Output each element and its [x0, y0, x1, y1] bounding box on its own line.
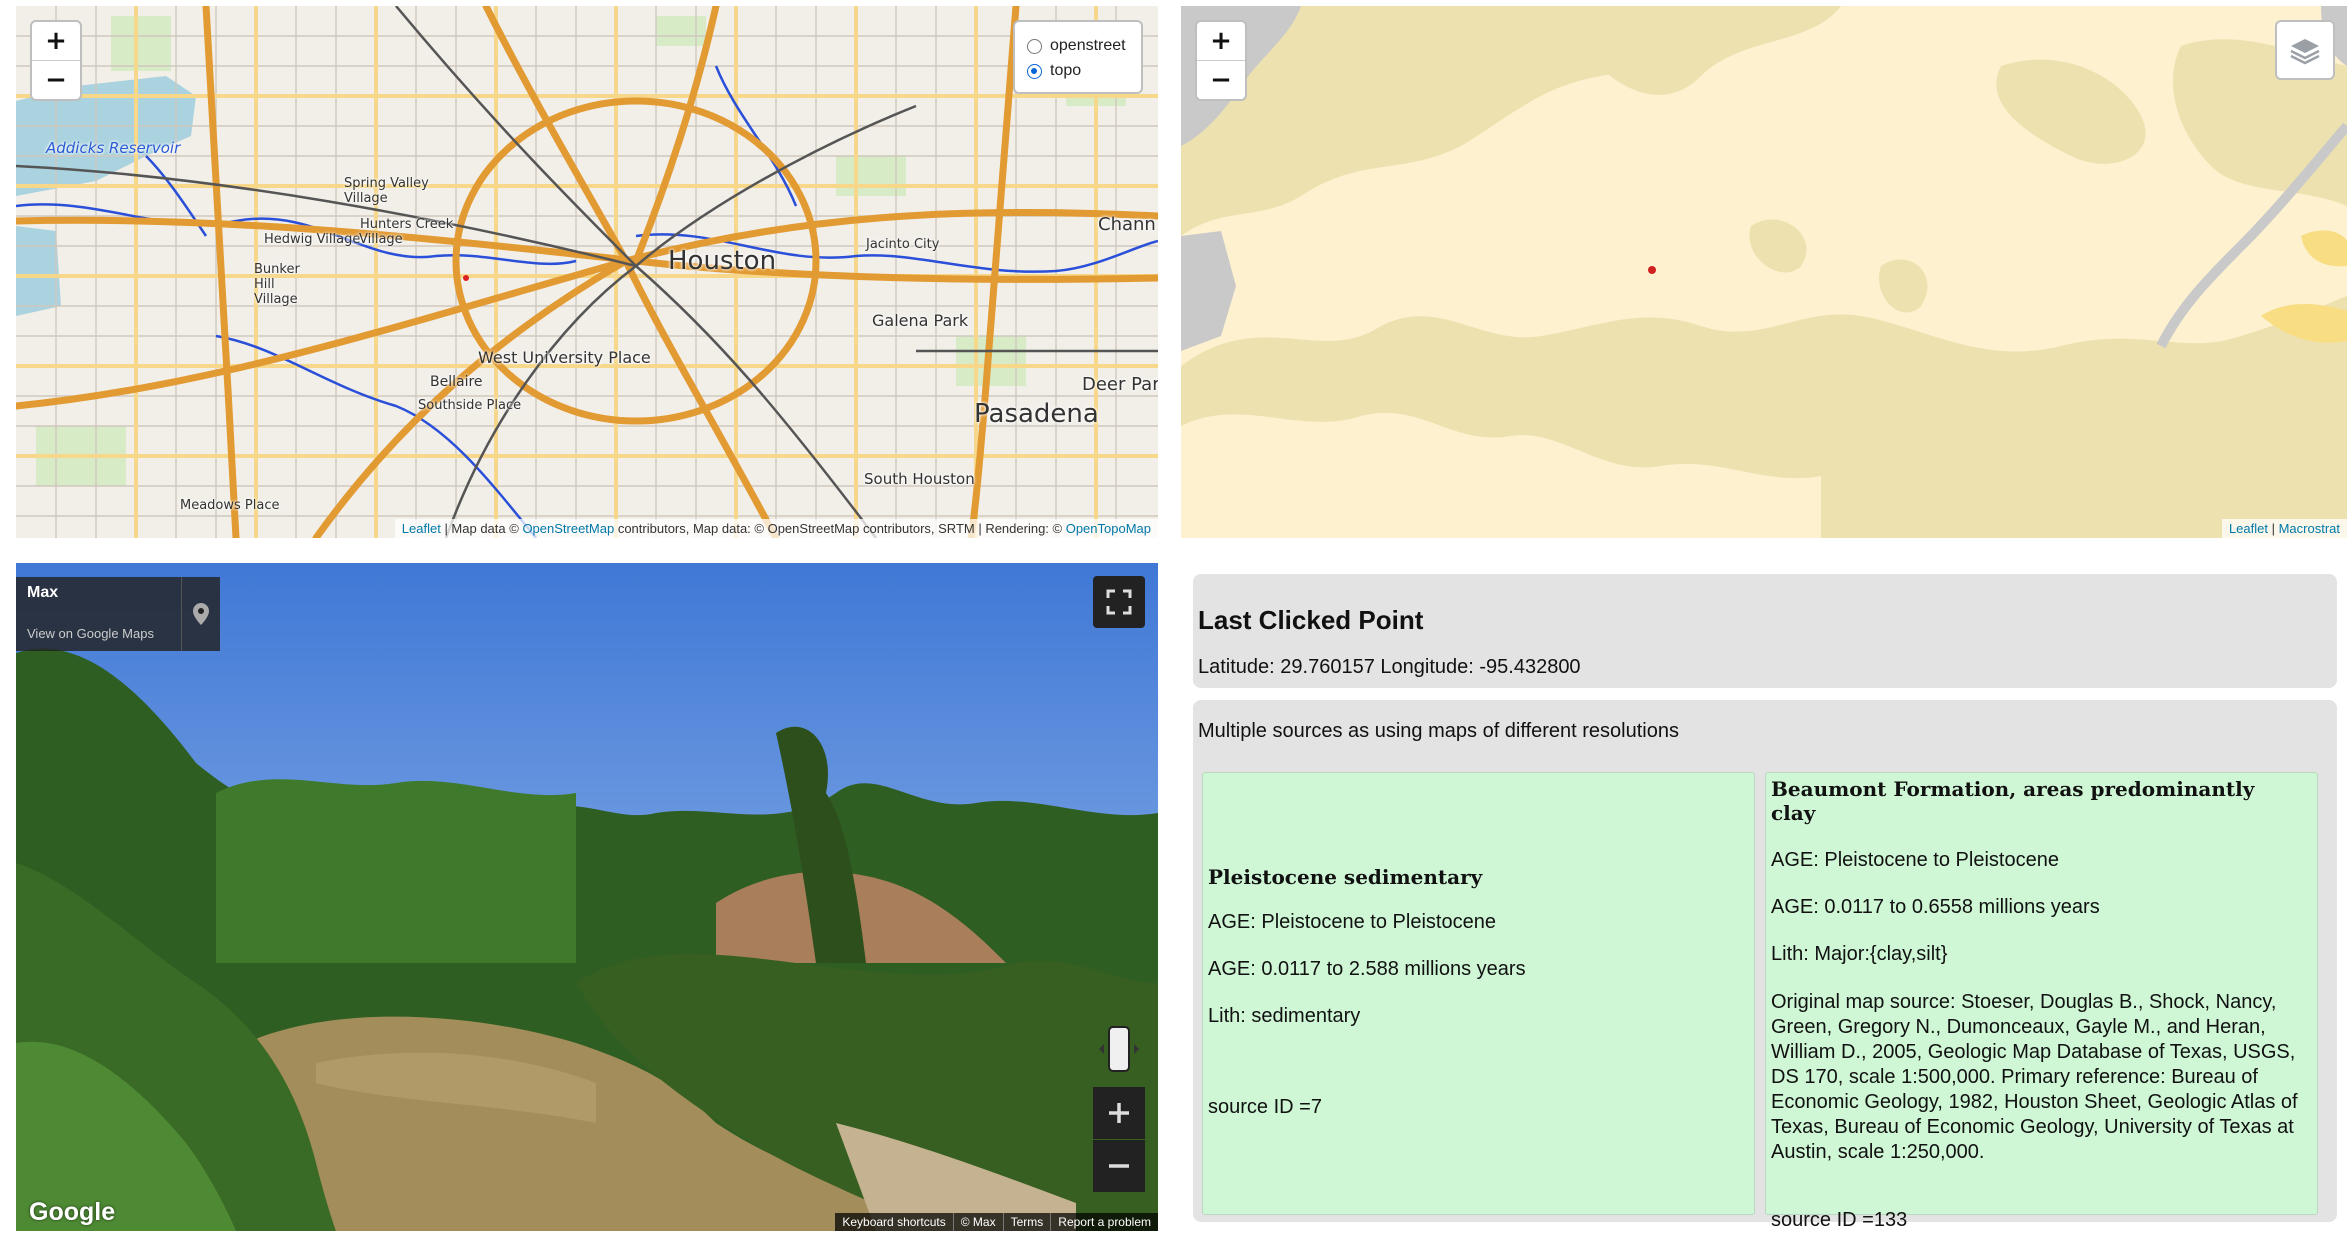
place-label: South Houston: [864, 470, 975, 488]
unit-source-id: source ID =133: [1771, 1209, 1908, 1231]
unit-lithology: Lith: sedimentary: [1208, 1005, 1361, 1027]
zoom-in-button[interactable]: +: [32, 22, 80, 60]
terms-link[interactable]: Terms: [1002, 1213, 1051, 1231]
street-view-title: Max: [27, 584, 59, 601]
place-label: Meadows Place: [180, 498, 280, 513]
unit-name: Pleistocene sedimentary: [1208, 865, 1483, 889]
place-label: Hunters Creek: [360, 217, 454, 232]
street-view-panorama[interactable]: Max View on Google Maps Google Keyboard …: [16, 563, 1158, 1231]
street-view-zoom-out-button[interactable]: [1093, 1140, 1145, 1192]
layer-option-label: topo: [1050, 62, 1082, 79]
street-view-info-card: Max View on Google Maps: [16, 577, 220, 651]
street-view-footer: Keyboard shortcuts © Max Terms Report a …: [835, 1213, 1158, 1231]
fullscreen-icon: [1106, 589, 1132, 615]
unit-age-range: AGE: 0.0117 to 2.588 millions years: [1208, 958, 1526, 980]
attribution-text: contributors, Map data: © OpenStreetMap …: [614, 521, 1066, 536]
geology-sources-card: Multiple sources as using maps of differ…: [1193, 700, 2337, 1231]
map-attribution: Leaflet | Macrostrat: [2221, 519, 2347, 538]
topo-map-tiles: [16, 6, 1158, 538]
place-label: Addicks Reservoir: [46, 139, 181, 157]
place-label: Bellaire: [430, 374, 483, 390]
zoom-in-button[interactable]: +: [1197, 22, 1245, 60]
unit-age-range: AGE: 0.0117 to 0.6558 millions years: [1771, 896, 2100, 918]
unit-source-id: source ID =7: [1208, 1096, 1322, 1118]
place-label: Southside Place: [418, 398, 522, 413]
sources-intro: Multiple sources as using maps of differ…: [1198, 720, 1679, 742]
place-label: Houston: [668, 246, 777, 276]
last-clicked-card: Last Clicked Point Latitude: 29.760157 L…: [1193, 574, 2337, 688]
place-label: Bunker Hill Village: [254, 262, 300, 307]
openstreetmap-link[interactable]: OpenStreetMap: [522, 521, 614, 536]
place-label: Galena Park: [872, 311, 969, 330]
geologic-map[interactable]: + − Leaflet | Macrostrat: [1181, 6, 2347, 538]
opentopomap-link[interactable]: OpenTopoMap: [1066, 521, 1151, 536]
map-pin-icon: [193, 603, 209, 625]
leaflet-link[interactable]: Leaflet: [402, 521, 441, 536]
layers-icon: [2290, 39, 2320, 65]
layer-option-openstreet[interactable]: openstreet: [1027, 37, 1126, 55]
zoom-control: + −: [1195, 20, 1247, 101]
base-layer-control: openstreet topo: [1013, 20, 1143, 94]
leaflet-link[interactable]: Leaflet: [2229, 521, 2268, 536]
unit-age: AGE: Pleistocene to Pleistocene: [1208, 911, 1496, 933]
plus-icon: [1109, 1103, 1129, 1123]
zoom-out-button[interactable]: −: [1197, 60, 1245, 99]
place-label: Pasadena: [974, 399, 1099, 429]
copyright-text: © Max: [952, 1213, 1003, 1231]
view-on-google-maps-link[interactable]: View on Google Maps: [27, 626, 154, 641]
place-label: Spring Valley Village: [344, 176, 429, 206]
macrostrat-link[interactable]: Macrostrat: [2279, 521, 2340, 536]
layer-option-label: openstreet: [1050, 37, 1126, 54]
phone-orientation-icon: [1099, 1026, 1139, 1072]
attribution-text: | Map data ©: [440, 521, 523, 536]
topo-radio[interactable]: [1027, 63, 1042, 79]
google-logo: Google: [29, 1198, 116, 1226]
place-label: Jacinto City: [866, 237, 940, 252]
minus-icon: [1109, 1164, 1129, 1168]
map-pin-button[interactable]: [181, 577, 220, 651]
panorama-image: [16, 563, 1158, 1231]
rotate-device-control[interactable]: [1093, 1023, 1145, 1075]
street-view-zoom-in-button[interactable]: [1093, 1087, 1145, 1139]
zoom-control: + −: [30, 20, 82, 101]
unit-lithology: Lith: Major:{clay,silt}: [1771, 943, 1948, 965]
attribution-text: |: [2267, 521, 2279, 536]
place-label: Deer Par: [1082, 374, 1158, 395]
zoom-out-button[interactable]: −: [32, 60, 80, 99]
clicked-coordinates: Latitude: 29.760157 Longitude: -95.43280…: [1198, 656, 1581, 678]
keyboard-shortcuts-link[interactable]: Keyboard shortcuts: [835, 1213, 952, 1231]
fullscreen-button[interactable]: [1093, 576, 1145, 628]
place-label: West University Place: [478, 348, 651, 367]
place-label: Village: [359, 232, 403, 247]
map-attribution: Leaflet | Map data © OpenStreetMap contr…: [394, 519, 1158, 538]
layer-option-topo[interactable]: topo: [1027, 62, 1081, 80]
layers-toggle-button[interactable]: [2275, 20, 2335, 80]
geologic-unit-card: Beaumont Formation, areas predominantly …: [1765, 772, 2318, 1231]
report-problem-link[interactable]: Report a problem: [1050, 1213, 1158, 1231]
openstreet-radio[interactable]: [1027, 38, 1042, 54]
unit-age: AGE: Pleistocene to Pleistocene: [1771, 849, 2059, 871]
unit-map-reference: Original map source: Stoeser, Douglas B.…: [1771, 991, 2298, 1163]
topo-map[interactable]: Addicks Reservoir Spring Valley Village …: [16, 6, 1158, 538]
last-clicked-heading: Last Clicked Point: [1198, 605, 1424, 635]
place-label: Chann: [1098, 214, 1156, 235]
geologic-unit-card: Pleistocene sedimentary AGE: Pleistocene…: [1202, 772, 1755, 1215]
unit-name: Beaumont Formation, areas predominantly …: [1771, 777, 2255, 825]
place-label: Hedwig Village: [264, 232, 361, 247]
geologic-map-tiles: [1181, 6, 2347, 538]
